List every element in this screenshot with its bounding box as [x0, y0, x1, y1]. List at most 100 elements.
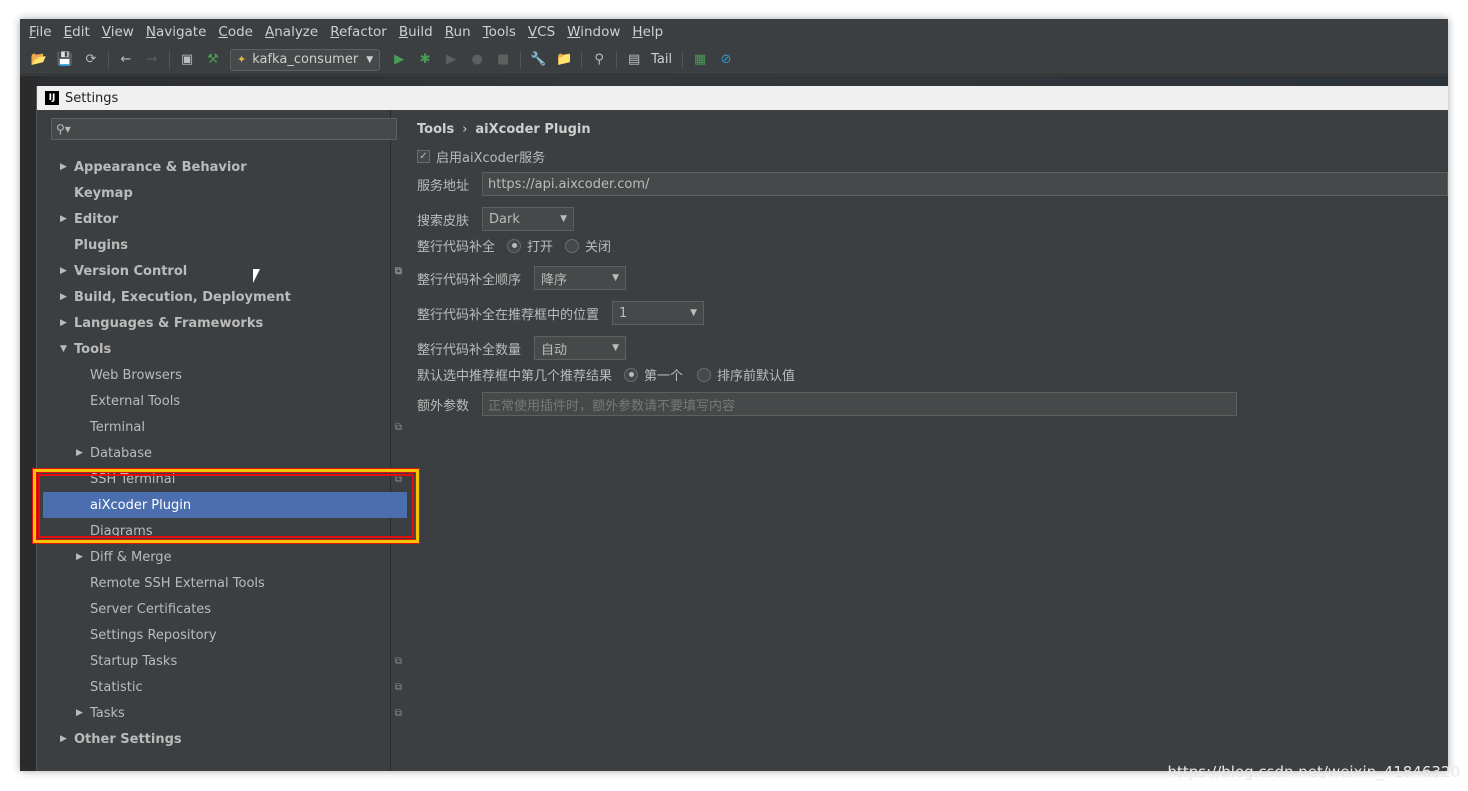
- run-configuration-select[interactable]: ✦ kafka_consumer ▼: [230, 48, 381, 71]
- debug-bug-icon[interactable]: ✱: [416, 51, 434, 69]
- tree-item-label: Tasks: [90, 705, 125, 721]
- expand-arrow-icon[interactable]: ▶: [60, 292, 74, 302]
- coverage-icon[interactable]: ▶: [442, 51, 460, 69]
- wrench-settings-icon[interactable]: 🔧: [529, 51, 547, 69]
- toolbar-divider: [108, 50, 109, 69]
- tree-item[interactable]: Keymap: [60, 180, 402, 206]
- position-select[interactable]: 1 ▼: [612, 301, 704, 325]
- skin-value: Dark: [489, 211, 520, 227]
- tree-item[interactable]: ▶ Version Control ⧉: [60, 258, 402, 284]
- menu-tools[interactable]: Tools: [483, 24, 516, 40]
- run-icon[interactable]: ▶: [390, 51, 408, 69]
- menu-edit[interactable]: Edit: [64, 24, 90, 40]
- line-complete-off-radio[interactable]: [565, 238, 580, 253]
- menu-code[interactable]: Code: [218, 24, 253, 40]
- stop-icon[interactable]: ■: [494, 51, 512, 69]
- tree-item[interactable]: ▶ Build, Execution, Deployment: [60, 284, 402, 310]
- tree-item-label: Languages & Frameworks: [74, 315, 264, 331]
- settings-search-input[interactable]: ⚲▾: [51, 118, 397, 140]
- tree-item-label: Database: [90, 445, 153, 461]
- tree-item[interactable]: Web Browsers: [76, 362, 402, 388]
- tree-item[interactable]: Statistic ⧉: [76, 674, 402, 700]
- tree-item[interactable]: ▶ Editor: [60, 206, 402, 232]
- open-folder-icon[interactable]: 📂: [30, 51, 48, 69]
- project-level-icon: ⧉: [394, 707, 402, 719]
- project-level-icon: ⧉: [394, 681, 402, 693]
- skin-select[interactable]: Dark ▼: [482, 207, 574, 231]
- tree-item[interactable]: Startup Tasks ⧉: [76, 648, 402, 674]
- default-first-label: 第一个: [644, 369, 684, 384]
- tree-item-label: Editor: [74, 211, 119, 227]
- tree-item[interactable]: Settings Repository: [76, 622, 402, 648]
- menu-view[interactable]: View: [102, 24, 134, 40]
- expand-arrow-icon[interactable]: ▶: [60, 162, 74, 172]
- tree-item-label: Server Certificates: [90, 601, 212, 617]
- line-complete-on-radio[interactable]: [507, 238, 522, 253]
- menu-window[interactable]: Window: [567, 24, 620, 40]
- menu-run[interactable]: Run: [445, 24, 471, 40]
- menu-refactor[interactable]: Refactor: [330, 24, 387, 40]
- expand-arrow-icon[interactable]: ▶: [60, 266, 74, 276]
- tree-item[interactable]: ▼ Tools: [60, 336, 402, 362]
- terminal-icon[interactable]: ▤: [625, 51, 643, 69]
- collapse-arrow-icon[interactable]: ▼: [60, 344, 74, 354]
- tree-item[interactable]: ▶ Diff & Merge: [76, 544, 402, 570]
- expand-arrow-icon[interactable]: ▶: [60, 318, 74, 328]
- line-complete-row: 整行代码补全 打开 关闭: [417, 236, 611, 255]
- tree-item[interactable]: ▶ Appearance & Behavior: [60, 154, 402, 180]
- expand-arrow-icon[interactable]: ▶: [60, 214, 74, 224]
- position-value: 1: [619, 305, 628, 321]
- extra-params-input[interactable]: 正常使用插件时，额外参数请不要填写内容: [482, 392, 1237, 416]
- tree-item[interactable]: External Tools: [76, 388, 402, 414]
- intellij-logo-icon: IJ: [45, 91, 59, 105]
- expand-arrow-icon[interactable]: ▶: [76, 448, 90, 458]
- count-select[interactable]: 自动 ▼: [534, 336, 626, 360]
- window-icon[interactable]: ▣: [178, 51, 196, 69]
- search-icon[interactable]: ⚲: [590, 51, 608, 69]
- forward-arrow-icon[interactable]: →: [143, 51, 161, 69]
- chevron-down-icon: ▼: [366, 54, 374, 65]
- tree-item[interactable]: Plugins: [60, 232, 402, 258]
- menu-file[interactable]: File: [29, 24, 52, 40]
- default-sort-radio[interactable]: [697, 367, 712, 382]
- order-select[interactable]: 降序 ▼: [534, 266, 626, 290]
- mouse-cursor: [253, 269, 260, 283]
- tail-button[interactable]: Tail: [651, 52, 672, 67]
- position-label: 整行代码补全在推荐框中的位置: [417, 307, 600, 323]
- project-level-icon: ⧉: [394, 265, 402, 277]
- profile-icon[interactable]: ●: [468, 51, 486, 69]
- enable-service-checkbox[interactable]: ✓: [417, 150, 430, 163]
- tree-item[interactable]: Remote SSH External Tools: [76, 570, 402, 596]
- menu-build[interactable]: Build: [399, 24, 433, 40]
- toolbar-divider: [682, 50, 684, 69]
- monitor-icon[interactable]: ▦: [691, 51, 709, 69]
- menu-navigate[interactable]: Navigate: [146, 24, 207, 40]
- back-arrow-icon[interactable]: ←: [117, 51, 135, 69]
- tree-item[interactable]: ▶ Languages & Frameworks: [60, 310, 402, 336]
- expand-arrow-icon[interactable]: ▶: [76, 552, 90, 562]
- expand-arrow-icon[interactable]: ▶: [76, 708, 90, 718]
- build-hammer-icon[interactable]: ⚒: [204, 51, 222, 69]
- chevron-down-icon: ▼: [690, 308, 697, 318]
- disable-icon[interactable]: ⊘: [717, 51, 735, 69]
- radio-selected-dot: [628, 372, 634, 377]
- menu-help[interactable]: Help: [632, 24, 663, 40]
- menu-vcs[interactable]: VCS: [528, 24, 555, 40]
- extra-params-row: 额外参数 正常使用插件时，额外参数请不要填写内容: [417, 392, 1237, 416]
- project-structure-icon[interactable]: 📁: [555, 51, 573, 69]
- sync-icon[interactable]: ⟳: [82, 51, 100, 69]
- search-icon: ⚲▾: [56, 122, 71, 136]
- tree-item[interactable]: Server Certificates: [76, 596, 402, 622]
- order-label: 整行代码补全顺序: [417, 272, 522, 288]
- tree-item[interactable]: ▶ Database: [76, 440, 402, 466]
- menu-analyze[interactable]: Analyze: [265, 24, 318, 40]
- breadcrumb-parent[interactable]: Tools: [417, 122, 454, 137]
- tree-item[interactable]: ▶ Other Settings: [60, 726, 402, 752]
- tree-item[interactable]: ▶ Tasks ⧉: [76, 700, 402, 726]
- save-icon[interactable]: 💾: [56, 51, 74, 69]
- run-config-label: kafka_consumer: [252, 52, 359, 67]
- expand-arrow-icon[interactable]: ▶: [60, 734, 74, 744]
- default-first-radio[interactable]: [624, 367, 639, 382]
- server-address-input[interactable]: https://api.aixcoder.com/: [482, 172, 1448, 196]
- tree-item[interactable]: Terminal ⧉: [76, 414, 402, 440]
